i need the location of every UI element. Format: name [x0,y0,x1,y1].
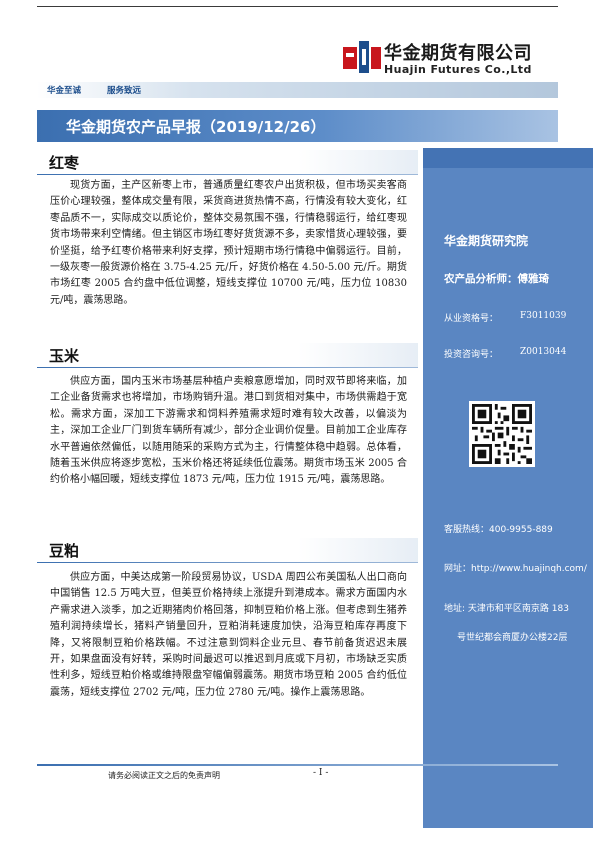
slogan-2: 服务致远 [107,86,142,96]
analyst-name: 农产品分析师：傅雅琦 [444,273,549,285]
section-header-soymeal: 豆粕 [37,538,418,563]
section-body-jujube: 现货方面，主产区新枣上市，普通质量红枣农户出货积极，但市场买卖客商压价心理较强，… [50,180,407,306]
section-title: 豆粕 [49,542,80,560]
report-title: 华金期货农产品早报（2019/12/26） [66,118,326,136]
section-title: 玉米 [49,347,80,365]
qr-code-icon [469,401,535,467]
slogan-1: 华金至诚 [47,86,82,96]
huajin-logo-icon [343,41,381,73]
consult-label: 投资咨询号： [444,350,499,360]
research-institute: 华金期货研究院 [444,234,529,248]
qualification-label: 从业资格号： [444,314,499,324]
disclaimer-note: 请务必阅读正文之后的免责声明 [108,771,220,780]
qualification-number: F3011039 [520,311,567,321]
page-number: - I - [313,768,329,778]
consult-number: Z0013044 [520,347,567,357]
company-name-cn: 华金期货有限公司 [384,43,532,64]
website-link[interactable]: 网址：http://www.huajinqh.com/ [444,561,587,574]
section-title: 红枣 [49,154,80,172]
section-header-corn: 玉米 [37,343,418,368]
section-body-soymeal: 供应方面，中美达成第一阶段贸易协议，USDA 周四公布美国私人出口商向中国销售 … [50,572,407,698]
hotline: 客服热线：400-9955-889 [444,525,553,535]
top-rule [37,6,558,7]
footer-rule [37,764,558,766]
section-header-jujube: 红枣 [37,150,418,175]
address-line-2: 号世纪都会商厦办公楼22层 [457,633,568,643]
section-body-corn: 供应方面，国内玉米市场基层种植户卖粮意愿增加，同时双节即将来临，加工企业备货需求… [50,376,407,486]
address-line-1: 地址: 天津市和平区南京路 183 [444,604,569,614]
sidebar-panel [423,148,593,828]
company-name-en: Huajin Futures Co.,Ltd [384,63,532,76]
